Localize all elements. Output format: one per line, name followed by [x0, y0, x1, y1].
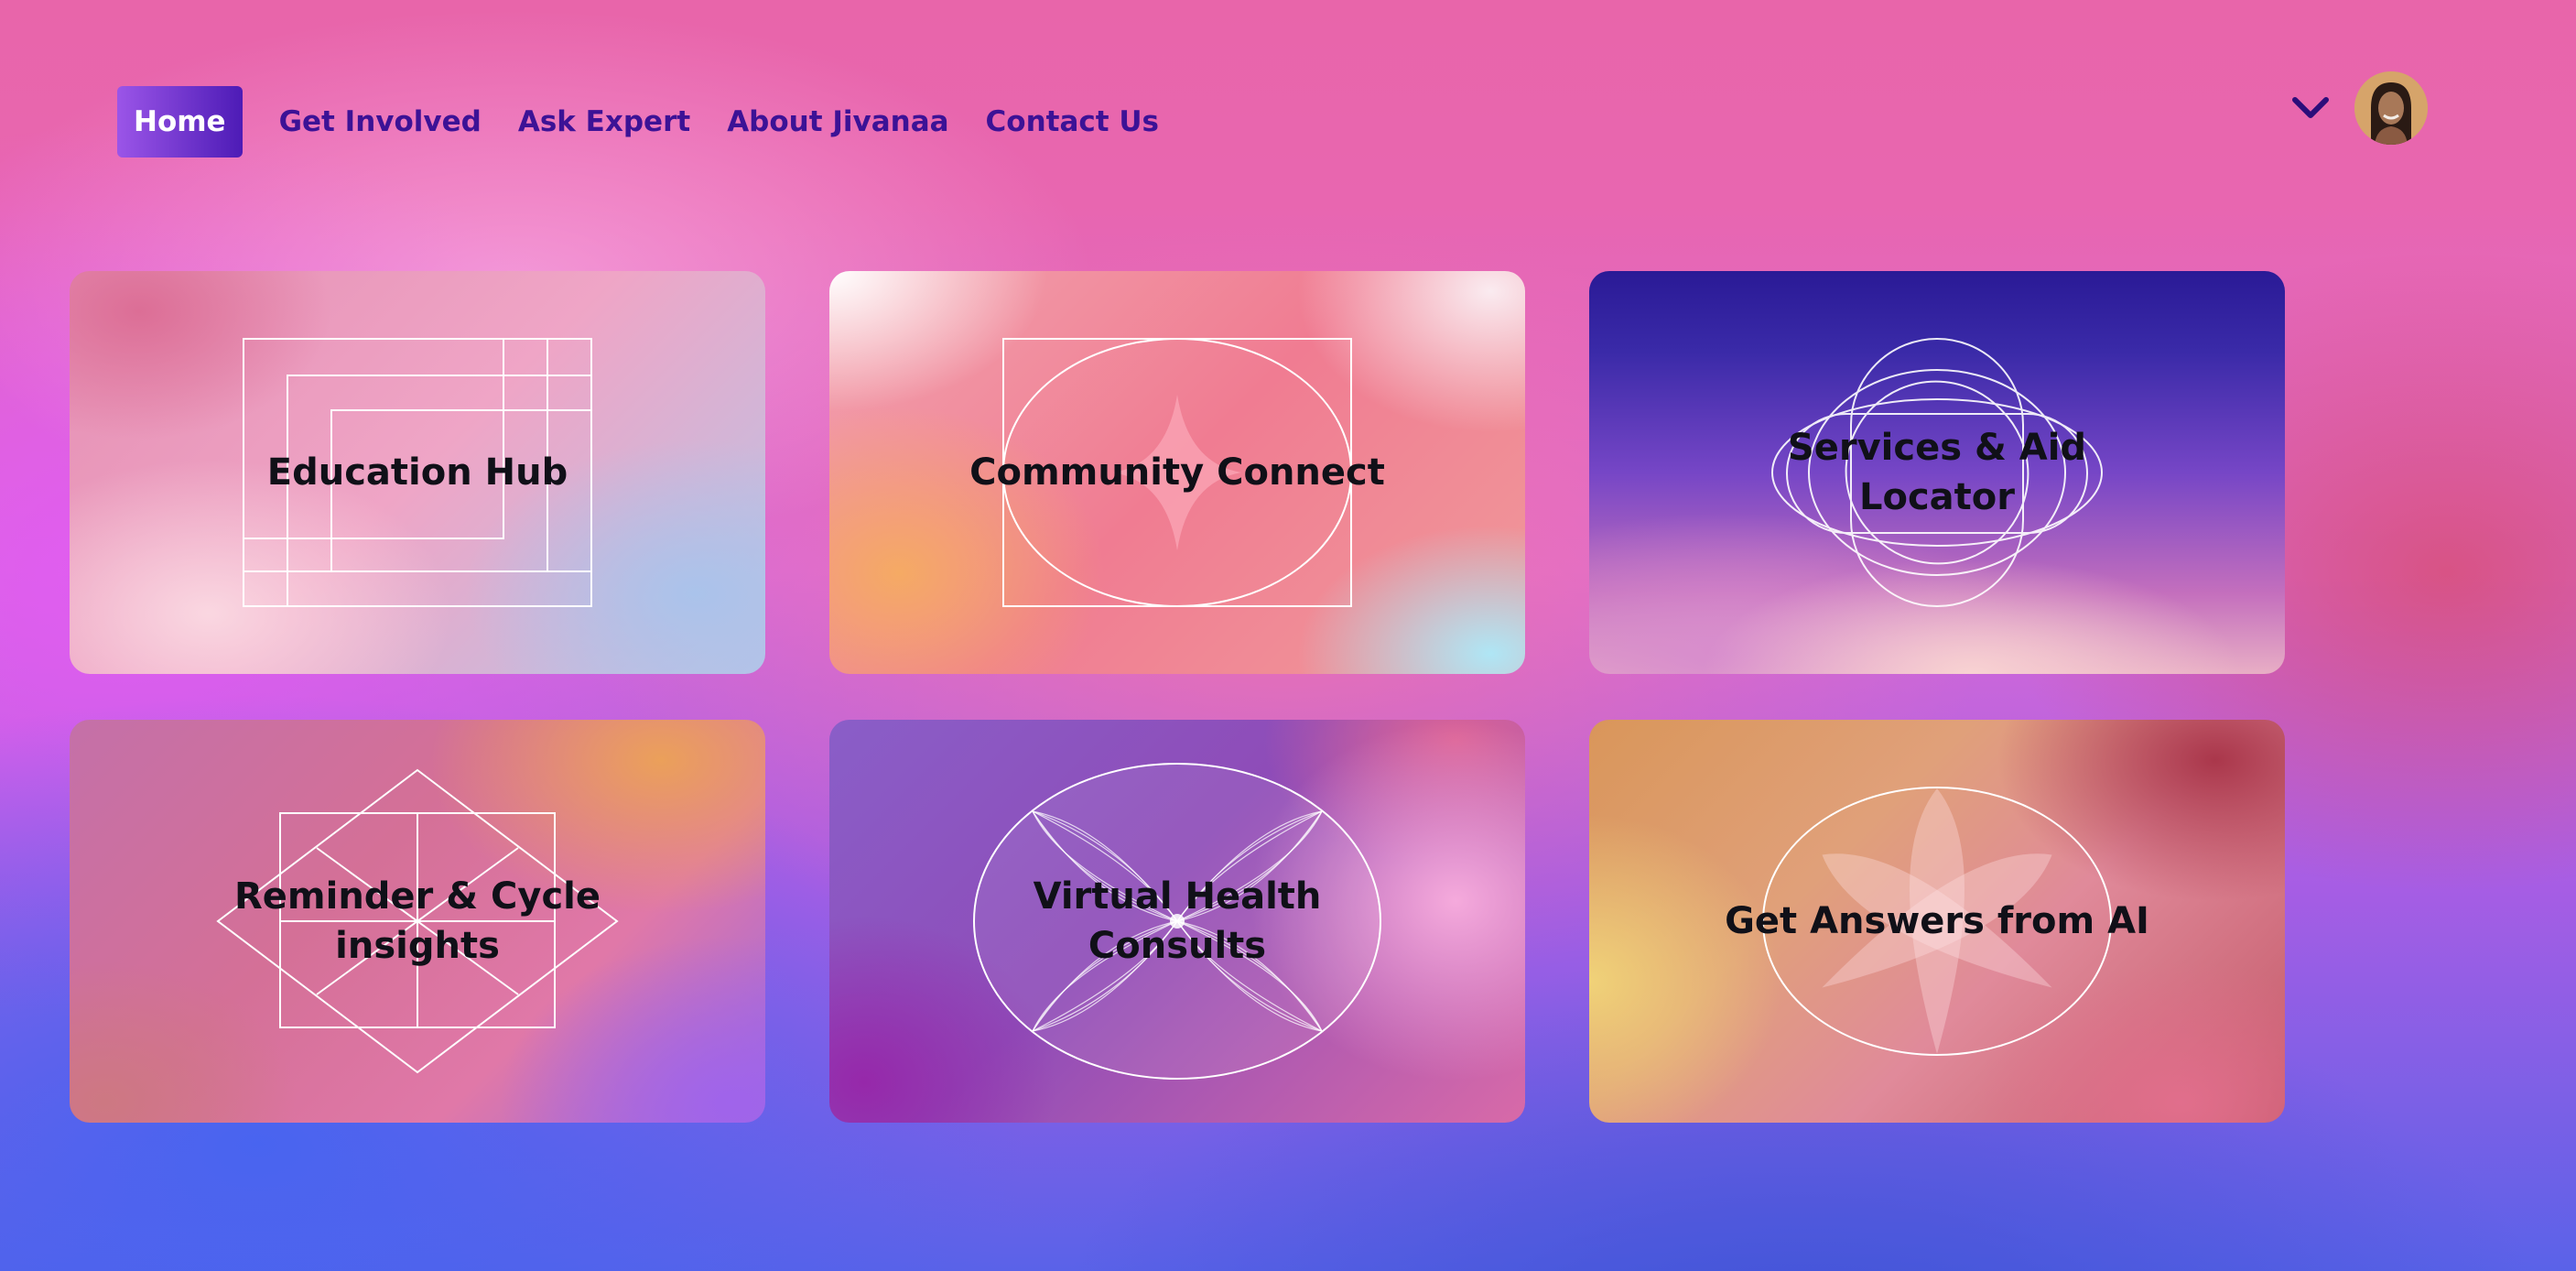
nav-home-label: Home — [134, 105, 226, 138]
card-title: Get Answers from AI — [1725, 900, 2149, 942]
community-connect-card[interactable]: Community Connect — [829, 271, 1525, 674]
services-aid-locator-card[interactable]: Services & Aid Locator — [1589, 271, 2285, 674]
user-menu — [2290, 71, 2428, 145]
user-avatar[interactable] — [2354, 71, 2428, 145]
get-answers-ai-card[interactable]: Get Answers from AI — [1589, 720, 2285, 1123]
card-title: Education Hub — [266, 451, 568, 494]
nav-about-link[interactable]: About Jivanaa — [727, 105, 948, 138]
card-title: Services & Aid Locator — [1787, 427, 2087, 518]
nav-get-involved-link[interactable]: Get Involved — [279, 105, 482, 138]
main-navigation: Home Get Involved Ask Expert About Jivan… — [117, 86, 1159, 158]
card-title: Virtual Health Consults — [1033, 875, 1322, 967]
card-title: Community Connect — [969, 451, 1385, 494]
virtual-health-consults-card[interactable]: Virtual Health Consults — [829, 720, 1525, 1123]
chevron-down-icon[interactable] — [2290, 88, 2331, 128]
education-hub-card[interactable]: Education Hub — [70, 271, 765, 674]
nav-ask-expert-link[interactable]: Ask Expert — [518, 105, 690, 138]
card-title: Reminder & Cycle insights — [234, 875, 601, 967]
nav-contact-link[interactable]: Contact Us — [986, 105, 1159, 138]
nav-home-button[interactable]: Home — [117, 86, 243, 158]
reminder-cycle-insights-card[interactable]: Reminder & Cycle insights — [70, 720, 765, 1123]
